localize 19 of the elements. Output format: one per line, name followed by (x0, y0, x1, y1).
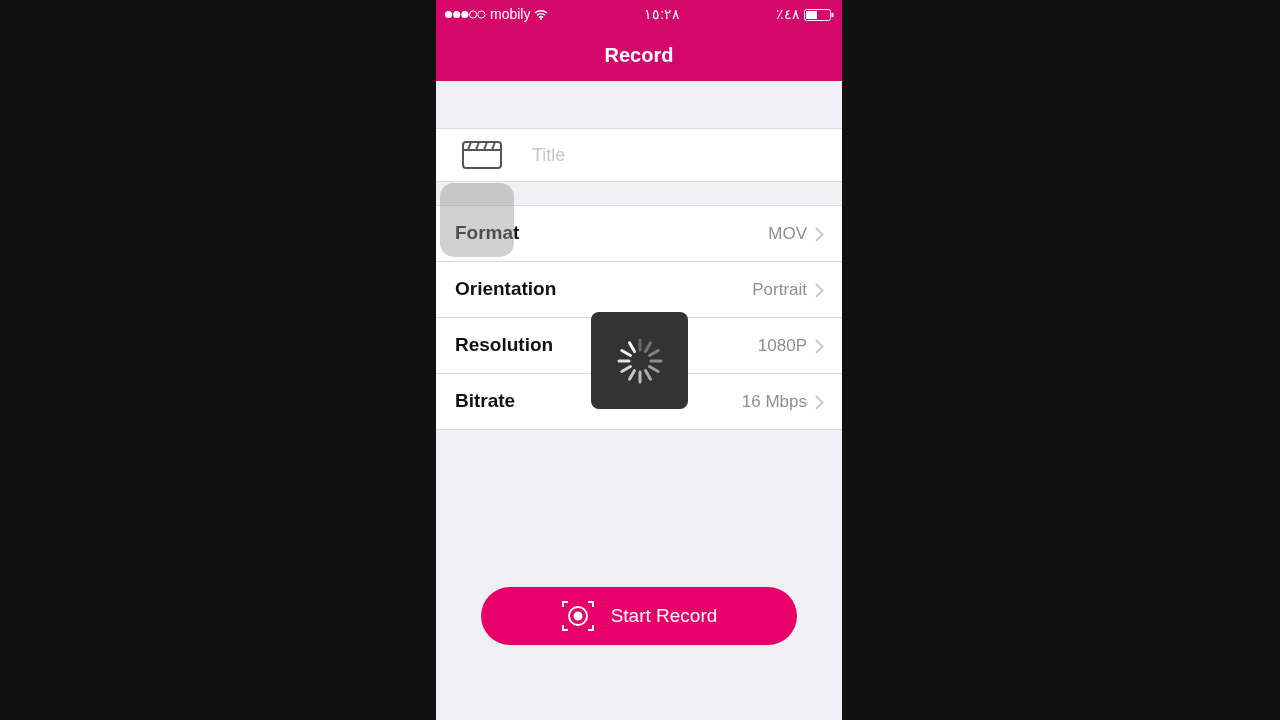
spinner-icon (616, 337, 663, 384)
record-target-icon (560, 600, 595, 632)
chevron-icon (815, 226, 824, 242)
chevron-icon (815, 282, 824, 298)
settings-row[interactable]: Orientation Portrait (436, 262, 842, 318)
screen-title: Record (604, 42, 674, 68)
wifi-icon (534, 9, 549, 21)
title-input[interactable]: Title (530, 140, 780, 170)
carrier-name: mobily (490, 4, 531, 24)
title-field[interactable]: Title (436, 128, 842, 182)
status-time: ١٥:٢٨ (644, 4, 681, 24)
start-record-button[interactable]: Start Record (481, 587, 797, 645)
signal-icon (444, 10, 486, 20)
chevron-icon (815, 338, 824, 354)
settings-row[interactable]: Format MOV (436, 206, 842, 262)
clapperboard-icon (462, 141, 502, 169)
battery-percent: ٪٤٨ (776, 4, 800, 24)
chevron-icon (815, 394, 824, 410)
battery-icon (804, 8, 834, 21)
